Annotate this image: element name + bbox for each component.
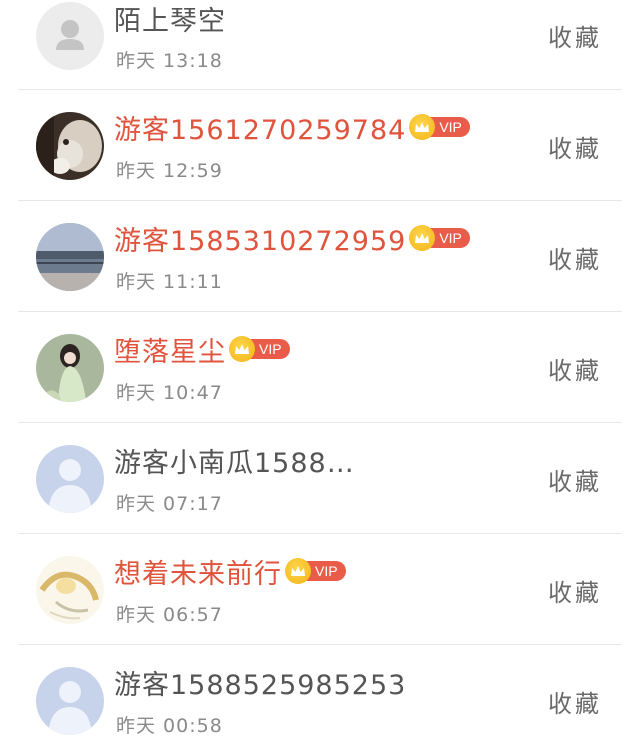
divider <box>18 422 622 423</box>
divider <box>18 311 622 312</box>
divider <box>18 89 622 90</box>
crown-icon <box>229 336 255 362</box>
favorite-button[interactable]: 收藏 <box>548 240 602 275</box>
default-avatar-icon <box>36 2 104 70</box>
timestamp: 昨天 07:17 <box>116 493 223 515</box>
list-item[interactable]: 想着未来前行 VIP 昨天 06:57 收藏 <box>0 535 640 645</box>
list-item[interactable]: 游客小南瓜1588… 昨天 07:17 收藏 <box>0 424 640 534</box>
anime-sketch-avatar <box>36 556 104 624</box>
avatar[interactable] <box>36 667 104 735</box>
timestamp: 昨天 13:18 <box>116 50 223 72</box>
list-item[interactable]: 游客1561270259784 VIP 昨天 12:59 收藏 <box>0 91 640 201</box>
favorite-button[interactable]: 收藏 <box>548 351 602 386</box>
vip-badge: VIP <box>285 558 346 584</box>
anime-girl-avatar <box>36 334 104 402</box>
timestamp: 昨天 11:11 <box>116 271 223 293</box>
user-name[interactable]: 陌上琴空 <box>114 0 226 38</box>
user-name[interactable]: 想着未来前行 <box>114 552 282 591</box>
favorite-button[interactable]: 收藏 <box>548 684 602 719</box>
divider <box>18 644 622 645</box>
avatar[interactable] <box>36 223 104 291</box>
favorite-button[interactable]: 收藏 <box>548 18 602 53</box>
avatar[interactable] <box>36 556 104 624</box>
crown-icon <box>285 558 311 584</box>
divider <box>18 533 622 534</box>
vip-badge: VIP <box>409 225 470 251</box>
timestamp: 昨天 00:58 <box>116 715 223 737</box>
favorite-button[interactable]: 收藏 <box>548 573 602 608</box>
default-avatar-icon <box>36 667 104 735</box>
vip-badge: VIP <box>229 336 290 362</box>
list-item[interactable]: 堕落星尘 VIP 昨天 10:47 收藏 <box>0 313 640 423</box>
divider <box>18 200 622 201</box>
default-avatar-icon <box>36 445 104 513</box>
user-name[interactable]: 游客1588525985253 <box>114 663 406 702</box>
favorite-button[interactable]: 收藏 <box>548 462 602 497</box>
timestamp: 昨天 10:47 <box>116 382 223 404</box>
avatar[interactable] <box>36 112 104 180</box>
vip-badge: VIP <box>409 114 470 140</box>
collection-list: 陌上琴空 昨天 13:18 收藏 游客1561270259784 VIP 昨天 … <box>0 0 640 750</box>
user-name[interactable]: 堕落星尘 <box>114 330 226 369</box>
avatar[interactable] <box>36 334 104 402</box>
list-item[interactable]: 游客1588525985253 昨天 00:58 收藏 <box>0 646 640 756</box>
cat-photo-avatar <box>36 112 104 180</box>
avatar[interactable] <box>36 2 104 70</box>
timestamp: 昨天 12:59 <box>116 160 223 182</box>
avatar[interactable] <box>36 445 104 513</box>
favorite-button[interactable]: 收藏 <box>548 129 602 164</box>
list-item[interactable]: 游客1585310272959 VIP 昨天 11:11 收藏 <box>0 202 640 312</box>
lake-photo-avatar <box>36 223 104 291</box>
list-item[interactable]: 陌上琴空 昨天 13:18 收藏 <box>0 0 640 90</box>
user-name[interactable]: 游客小南瓜1588… <box>114 441 355 480</box>
user-name[interactable]: 游客1585310272959 <box>114 219 406 258</box>
timestamp: 昨天 06:57 <box>116 604 223 626</box>
user-name[interactable]: 游客1561270259784 <box>114 108 406 147</box>
